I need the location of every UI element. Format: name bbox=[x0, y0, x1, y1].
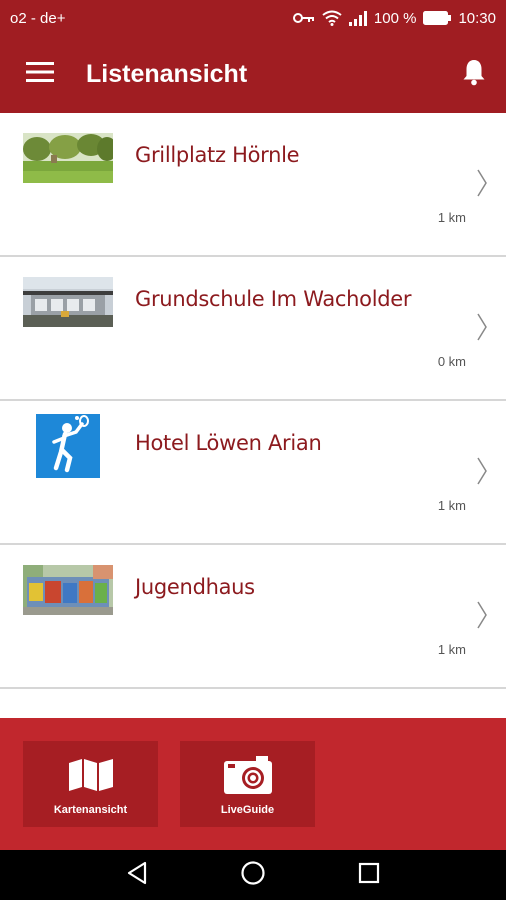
home-icon[interactable] bbox=[240, 860, 266, 891]
recents-icon[interactable] bbox=[358, 862, 380, 889]
camera-icon bbox=[223, 755, 273, 795]
notifications-button[interactable] bbox=[442, 36, 506, 113]
wifi-icon bbox=[322, 10, 342, 26]
battery-icon bbox=[423, 11, 452, 25]
map-view-label: Kartenansicht bbox=[53, 804, 128, 816]
map-view-button[interactable]: Kartenansicht bbox=[23, 741, 158, 827]
list-item-distance: 0 km bbox=[437, 354, 466, 369]
list-item-distance: 1 km bbox=[437, 210, 466, 225]
bell-icon bbox=[462, 58, 486, 91]
tennis-pictogram bbox=[36, 414, 100, 478]
app-screen: o2 - de+ 100 % 10:30 Listenansicht Grill… bbox=[0, 0, 506, 900]
hamburger-menu-icon bbox=[26, 62, 54, 87]
liveguide-button[interactable]: LiveGuide bbox=[180, 741, 315, 827]
page-title: Listenansicht bbox=[86, 60, 248, 88]
list-item[interactable]: Grillplatz Hörnle 1 km bbox=[0, 113, 506, 257]
list-item[interactable]: Grundschule Im Wacholder 0 km bbox=[0, 257, 506, 401]
list-item-title: Grundschule Im Wacholder bbox=[135, 287, 412, 311]
list-item-distance: 1 km bbox=[437, 498, 466, 513]
graffiti-photo bbox=[23, 565, 113, 615]
list-item-title: Grillplatz Hörnle bbox=[135, 143, 300, 167]
signal-icon bbox=[348, 10, 367, 26]
clock: 10:30 bbox=[458, 9, 496, 27]
chevron-right-icon bbox=[476, 168, 488, 203]
key-icon bbox=[292, 12, 315, 24]
list-item-title: Hotel Löwen Arian bbox=[135, 431, 322, 455]
battery-percent: 100 % bbox=[373, 9, 417, 27]
poi-list: Grillplatz Hörnle 1 km Grundschule Im Wa… bbox=[0, 113, 506, 718]
back-icon[interactable] bbox=[126, 861, 148, 890]
chevron-right-icon bbox=[476, 456, 488, 491]
chevron-right-icon bbox=[476, 600, 488, 635]
carrier-name: o2 - de+ bbox=[10, 9, 66, 27]
chevron-right-icon bbox=[476, 312, 488, 347]
status-icons: 100 % 10:30 bbox=[292, 9, 496, 27]
map-icon bbox=[67, 755, 115, 795]
bottom-nav: Kartenansicht LiveGuide bbox=[0, 718, 506, 850]
liveguide-label: LiveGuide bbox=[220, 804, 275, 816]
list-item-title: Jugendhaus bbox=[135, 575, 255, 599]
system-navigation-bar bbox=[0, 850, 506, 900]
list-item[interactable]: Hotel Löwen Arian 1 km bbox=[0, 401, 506, 545]
status-bar: o2 - de+ 100 % 10:30 bbox=[0, 0, 506, 36]
menu-button[interactable] bbox=[0, 36, 80, 113]
school-photo bbox=[23, 277, 113, 327]
park-photo bbox=[23, 133, 113, 183]
list-item[interactable]: Jugendhaus 1 km bbox=[0, 545, 506, 689]
list-item-distance: 1 km bbox=[437, 642, 466, 657]
app-bar: Listenansicht bbox=[0, 36, 506, 113]
